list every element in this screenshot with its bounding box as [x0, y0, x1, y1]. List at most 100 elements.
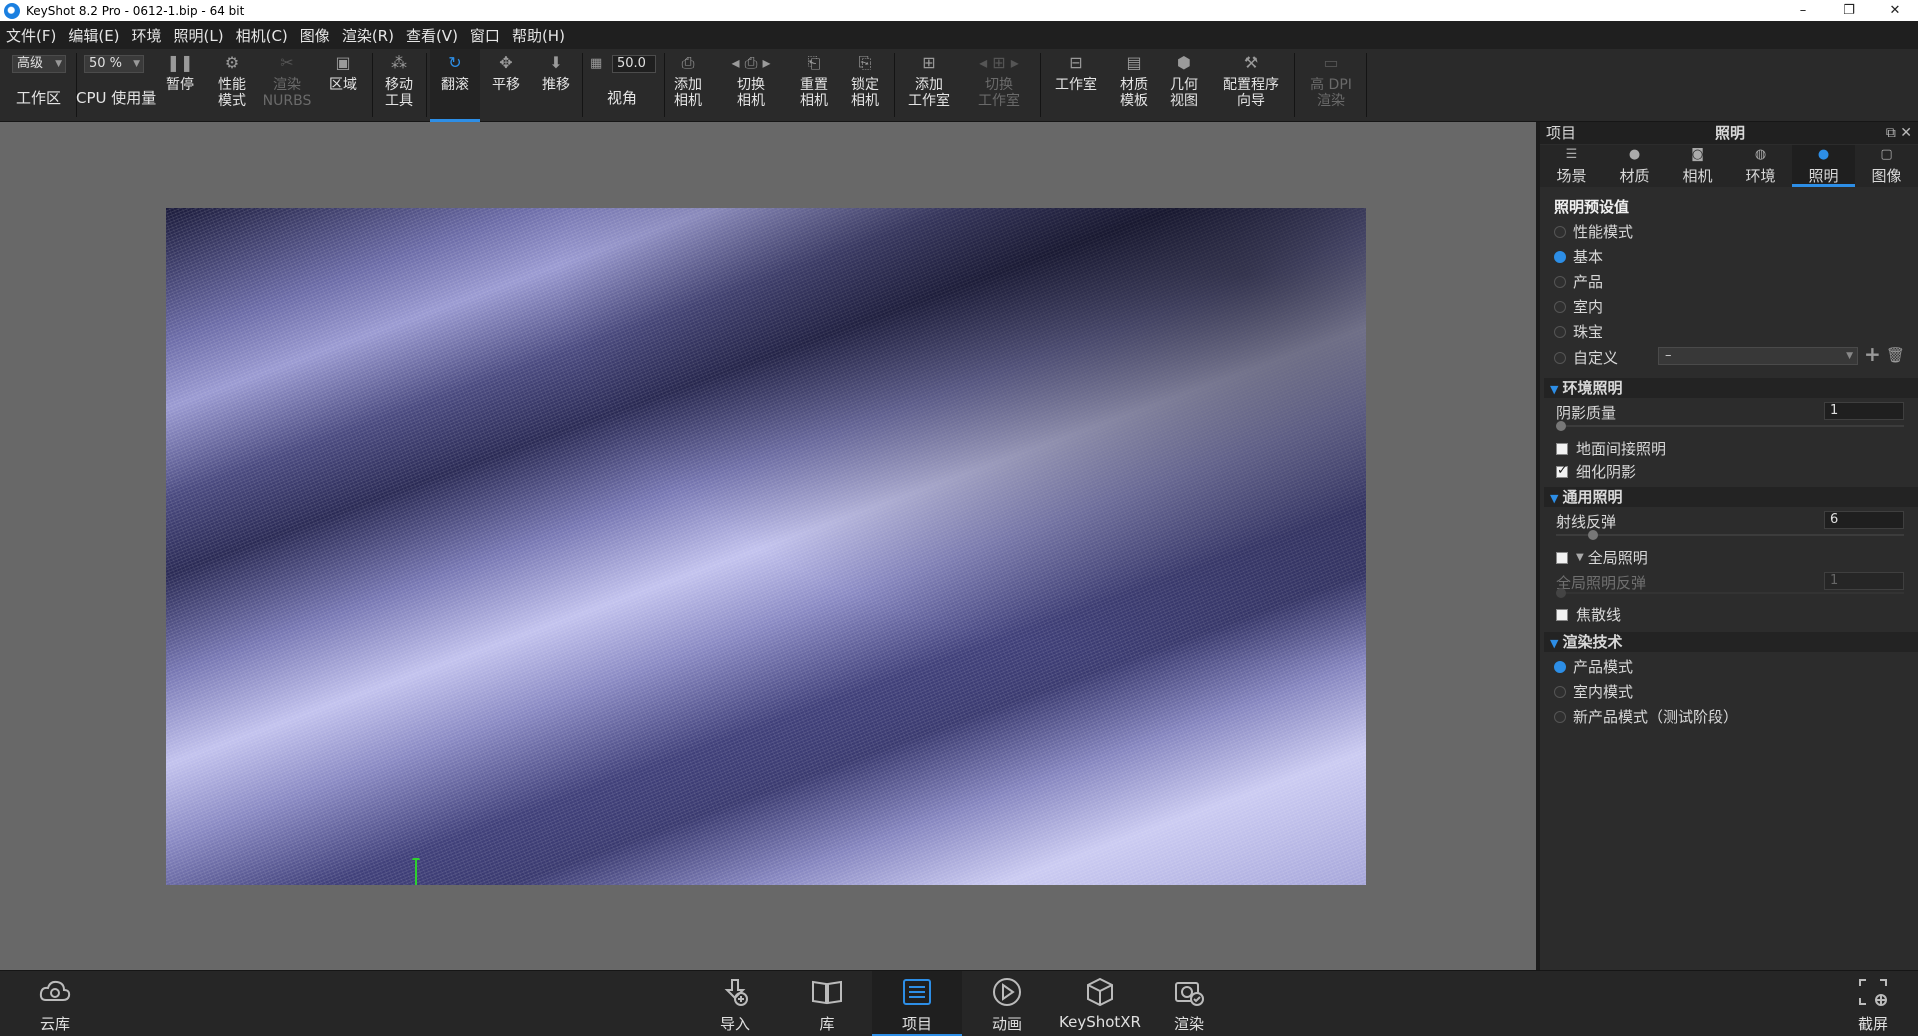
menu-image[interactable]: 图像 [294, 25, 336, 46]
menu-edit[interactable]: 编辑(E) [62, 25, 125, 46]
ground-indirect-checkbox[interactable] [1556, 442, 1568, 455]
tab-camera[interactable]: ◙ 相机 [1666, 145, 1729, 187]
studio-button[interactable]: ⊟ 工作室 [1050, 49, 1102, 122]
preset-custom[interactable]: 自定义 [1554, 347, 1618, 368]
undock-icon[interactable]: ⧉ [1886, 125, 1896, 141]
restore-button[interactable]: ❐ [1826, 0, 1872, 21]
ray-bounce-input[interactable]: 6 [1824, 511, 1904, 529]
library-button[interactable]: 库 [790, 971, 864, 1036]
menu-view[interactable]: 查看(V) [400, 25, 464, 46]
tumble-button[interactable]: ↻ 翻滚 [430, 49, 480, 122]
region-button[interactable]: ▣ 区域 [320, 49, 366, 122]
add-studio-button[interactable]: ⊞ 添加 工作室 [900, 49, 958, 122]
trash-icon[interactable]: 🗑 [1886, 346, 1905, 364]
menu-environment[interactable]: 环境 [126, 25, 168, 46]
refine-shadow-checkbox[interactable] [1556, 463, 1568, 478]
radio-basic[interactable] [1554, 250, 1566, 263]
preset-basic[interactable]: 基本 [1554, 246, 1603, 267]
shadow-quality-slider[interactable] [1556, 421, 1904, 431]
preset-product[interactable]: 产品 [1554, 271, 1603, 292]
screenshot-button[interactable]: 截屏 [1836, 971, 1910, 1036]
preset-performance[interactable]: 性能模式 [1554, 221, 1633, 242]
render-nurbs-button[interactable]: ✂ 渲染 NURBS [258, 49, 316, 122]
tab-scene[interactable]: ☰ 场景 [1540, 145, 1603, 187]
preset-basic-label: 基本 [1573, 248, 1604, 266]
slider-knob[interactable] [1556, 421, 1566, 431]
tab-material[interactable]: ● 材质 [1603, 145, 1666, 187]
expand-arrow-icon[interactable]: ▼ [1576, 552, 1584, 563]
radio-new-product-mode[interactable] [1554, 710, 1566, 723]
ground-indirect-row[interactable]: 地面间接照明 [1556, 438, 1666, 459]
pause-button[interactable]: ❚❚ 暂停 [160, 49, 200, 122]
render-interior-mode[interactable]: 室内模式 [1554, 681, 1633, 702]
shadow-quality-input[interactable]: 1 [1824, 402, 1904, 420]
preset-interior[interactable]: 室内 [1554, 296, 1603, 317]
cloud-library-button[interactable]: 云库 [18, 971, 92, 1036]
add-preset-icon[interactable]: + [1864, 342, 1881, 366]
chevron-down-icon: ▼ [1846, 351, 1853, 361]
caustics-row[interactable]: 焦散线 [1556, 604, 1621, 625]
config-wizard-button[interactable]: ⚒ 配置程序 向导 [1216, 49, 1286, 122]
close-icon[interactable]: ✕ [1900, 125, 1912, 141]
reset-camera-button[interactable]: ⎗ 重置 相机 [794, 49, 834, 122]
render-new-product-mode[interactable]: 新产品模式（测试阶段） [1554, 706, 1738, 727]
animation-button[interactable]: 动画 [970, 971, 1044, 1036]
menu-render[interactable]: 渲染(R) [336, 25, 400, 46]
global-illumination-row[interactable]: ▼ 全局照明 [1556, 547, 1648, 568]
render-button[interactable]: 渲染 [1152, 971, 1226, 1036]
radio-product-mode[interactable] [1554, 660, 1566, 673]
refine-shadow-row[interactable]: 细化阴影 [1556, 461, 1636, 482]
radio-performance[interactable] [1554, 225, 1566, 238]
hidpi-render-button[interactable]: ▭ 高 DPI 渲染 [1300, 49, 1362, 122]
caustics-checkbox[interactable] [1556, 608, 1568, 621]
menu-help[interactable]: 帮助(H) [506, 25, 571, 46]
cpu-usage-select[interactable]: 50 % ▼ [84, 55, 144, 73]
radio-custom[interactable] [1554, 351, 1566, 364]
radio-interior-mode[interactable] [1554, 685, 1566, 698]
keyshotxr-button[interactable]: KeyShotXR [1052, 971, 1148, 1036]
menu-window[interactable]: 窗口 [464, 25, 506, 46]
geometry-view-button[interactable]: ⬢ 几何 视图 [1164, 49, 1204, 122]
menu-camera[interactable]: 相机(C) [230, 25, 294, 46]
preset-jewelry[interactable]: 珠宝 [1554, 321, 1603, 342]
radio-interior[interactable] [1554, 300, 1566, 313]
menu-lighting[interactable]: 照明(L) [168, 25, 230, 46]
render-product-mode[interactable]: 产品模式 [1554, 656, 1633, 677]
panel-window-controls[interactable]: ⧉ ✕ [1886, 122, 1912, 144]
general-lighting-section[interactable]: ▼ 通用照明 [1544, 487, 1918, 507]
render-viewport[interactable] [0, 122, 1536, 970]
add-camera-button[interactable]: ⎙ 添加 相机 [668, 49, 708, 122]
main-toolbar: 高级 ▼ 工作区 50 % ▼ CPU 使用量 ❚❚ 暂停 ⚙ 性能 模式 ✂ 渲染… [0, 49, 1918, 122]
switch-camera-button[interactable]: ◂ ⎙ ▸ 切换 相机 [718, 49, 784, 122]
close-button[interactable]: ✕ [1872, 0, 1918, 21]
tab-lighting[interactable]: ● 照明 [1792, 145, 1855, 187]
performance-mode-button[interactable]: ⚙ 性能 模式 [208, 49, 256, 122]
radio-product[interactable] [1554, 275, 1566, 288]
pan-button[interactable]: ✥ 平移 [484, 49, 528, 122]
tumble-label: 翻滚 [441, 77, 469, 93]
slider-knob[interactable] [1588, 530, 1598, 540]
environment-lighting-section[interactable]: ▼ 环境照明 [1544, 378, 1918, 398]
material-template-button[interactable]: ▤ 材质 模板 [1114, 49, 1154, 122]
field-of-view-input[interactable]: 50.0 [612, 55, 656, 73]
radio-jewelry[interactable] [1554, 325, 1566, 338]
dolly-button[interactable]: ⬇ 推移 [534, 49, 578, 122]
menu-file[interactable]: 文件(F) [0, 25, 62, 46]
add-camera-label-line2: 相机 [674, 93, 702, 109]
import-button[interactable]: 导入 [698, 971, 772, 1036]
gi-bounce-slider [1556, 588, 1904, 598]
rendered-fabric-image[interactable] [166, 208, 1366, 885]
project-button[interactable]: 项目 [872, 971, 962, 1036]
tab-image[interactable]: ▢ 图像 [1855, 145, 1918, 187]
lock-camera-button[interactable]: ⎘ 锁定 相机 [845, 49, 885, 122]
minimize-button[interactable]: – [1780, 0, 1826, 21]
switch-studio-button[interactable]: ◂ ⊞ ▸ 切换 工作室 [970, 49, 1028, 122]
ray-bounce-slider[interactable] [1556, 530, 1904, 540]
performance-label-line2: 模式 [218, 93, 246, 109]
move-tool-button[interactable]: ⁂ 移动 工具 [378, 49, 420, 122]
tab-environment[interactable]: ◍ 环境 [1729, 145, 1792, 187]
custom-preset-select[interactable]: – ▼ [1658, 347, 1858, 365]
render-technique-section[interactable]: ▼ 渲染技术 [1544, 632, 1918, 652]
global-illumination-checkbox[interactable] [1556, 551, 1568, 564]
quality-select[interactable]: 高级 ▼ [12, 55, 66, 73]
